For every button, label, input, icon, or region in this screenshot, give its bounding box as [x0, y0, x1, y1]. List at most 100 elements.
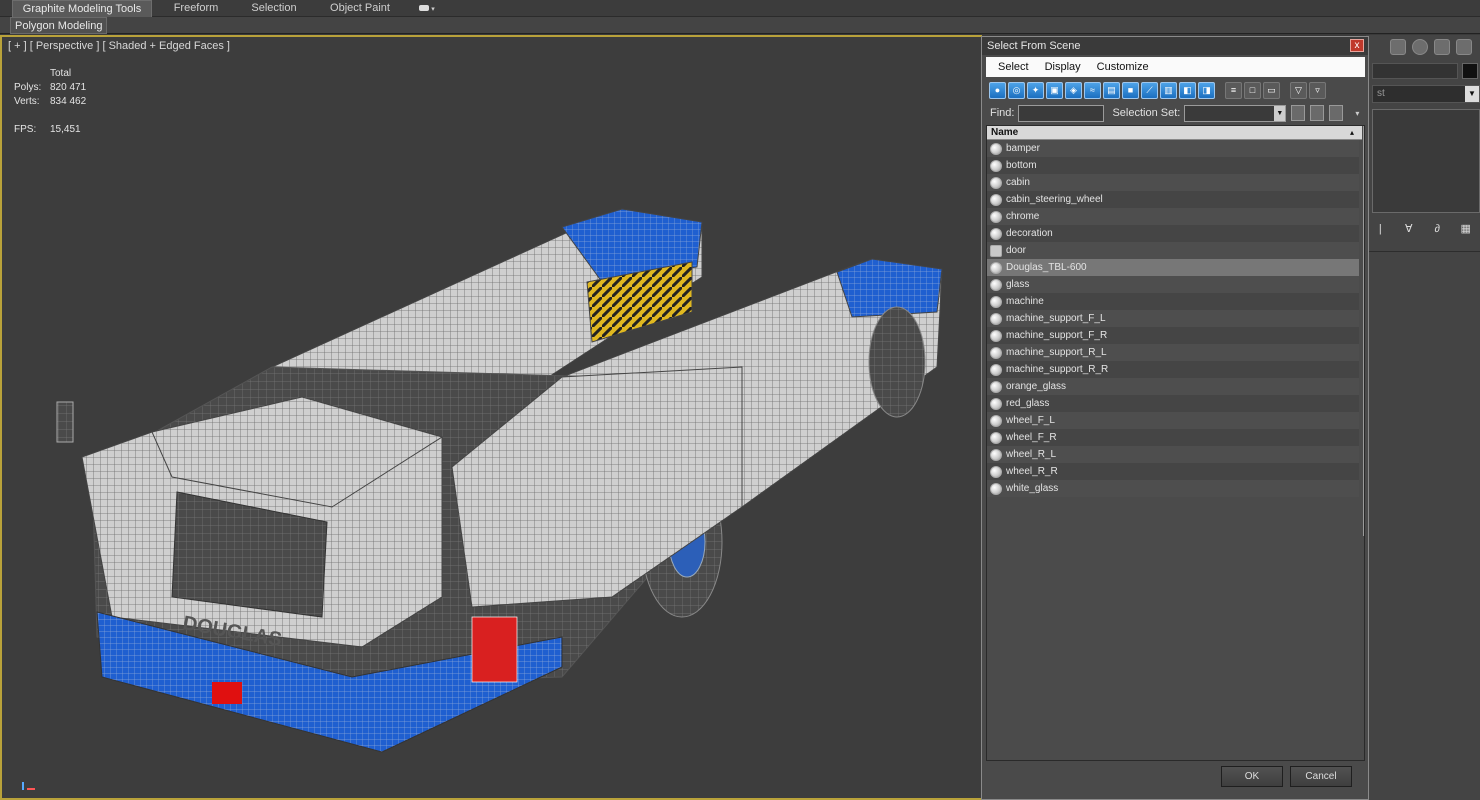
stack-tools: | ∀ ∂ ▦ — [1366, 219, 1480, 239]
list-scrollbar[interactable] — [1363, 126, 1364, 536]
red-light — [212, 682, 242, 704]
list-item[interactable]: chrome — [987, 208, 1359, 225]
motion-icon[interactable] — [1412, 39, 1428, 55]
display-space-warps-icon[interactable]: ≈ — [1084, 81, 1101, 99]
list-item[interactable]: Douglas_TBL-600 — [987, 259, 1359, 276]
find-row: Find: Selection Set: ▼ ▾ — [986, 103, 1365, 123]
list-item-label: wheel_F_L — [1006, 415, 1055, 426]
perspective-viewport[interactable]: [ + ] [ Perspective ] [ Shaded + Edged F… — [0, 35, 982, 800]
chevron-down-icon: ▾ — [429, 6, 435, 13]
list-item[interactable]: white_glass — [987, 480, 1359, 497]
chevron-down-icon: ▼ — [1274, 105, 1286, 121]
list-item[interactable]: machine_support_F_L — [987, 310, 1359, 327]
find-input[interactable] — [1018, 104, 1105, 122]
list-item[interactable]: wheel_F_L — [987, 412, 1359, 429]
tab-freeform[interactable]: Freeform — [152, 0, 240, 17]
display-cameras-icon[interactable]: ▣ — [1046, 81, 1063, 99]
command-panel: st ▼ | ∀ ∂ ▦ — [1366, 35, 1480, 800]
invert-display-icon[interactable]: ▭ — [1263, 81, 1280, 99]
geometry-sphere-icon — [990, 346, 1002, 359]
geometry-sphere-icon — [990, 176, 1002, 189]
geometry-sphere-icon — [990, 193, 1002, 206]
list-item[interactable]: machine_support_F_R — [987, 327, 1359, 344]
utilities-hammer-icon[interactable] — [1456, 39, 1472, 55]
find-label: Find: — [990, 107, 1015, 119]
list-item-label: machine — [1006, 296, 1044, 307]
geometry-sphere-icon — [990, 397, 1002, 410]
name-column-label: Name — [991, 127, 1019, 138]
show-end-result-icon[interactable]: ∀ — [1403, 223, 1415, 235]
display-groups-icon[interactable]: ▤ — [1103, 81, 1120, 99]
filter-icon[interactable]: ▽ — [1290, 81, 1307, 99]
add-to-selection-set-icon[interactable] — [1310, 105, 1325, 121]
list-item-label: wheel_R_R — [1006, 466, 1058, 477]
display-all-icon[interactable]: ≡ — [1225, 81, 1242, 99]
close-icon[interactable]: x — [1350, 39, 1364, 52]
dialog-title: Select From Scene — [987, 40, 1081, 52]
list-item[interactable]: door — [987, 242, 1359, 259]
name-column-header[interactable]: Name ▴ — [987, 126, 1362, 140]
modifier-stack[interactable] — [1372, 109, 1480, 213]
wheel-rear-right — [868, 306, 926, 418]
display-geometry-icon[interactable]: ● — [989, 81, 1006, 99]
remove-from-selection-set-icon[interactable] — [1329, 105, 1344, 121]
list-item[interactable]: machine_support_R_R — [987, 361, 1359, 378]
display-containers-icon[interactable]: ▥ — [1160, 81, 1177, 99]
display-xrefs-icon[interactable]: ■ — [1122, 81, 1139, 99]
ok-button[interactable]: OK — [1221, 766, 1283, 787]
display-icon[interactable] — [1434, 39, 1450, 55]
list-item[interactable]: wheel_R_L — [987, 446, 1359, 463]
select-from-scene-dialog: Select From Scene x Select Display Custo… — [981, 36, 1369, 800]
object-name-field[interactable] — [1372, 63, 1458, 79]
list-item[interactable]: cabin_steering_wheel — [987, 191, 1359, 208]
display-frozen-icon[interactable]: ◧ — [1179, 81, 1196, 99]
list-item[interactable]: orange_glass — [987, 378, 1359, 395]
geometry-sphere-icon — [990, 329, 1002, 342]
hierarchy-icon[interactable] — [1390, 39, 1406, 55]
display-none-icon[interactable]: □ — [1244, 81, 1261, 99]
list-item[interactable]: wheel_R_R — [987, 463, 1359, 480]
pin-stack-icon[interactable]: | — [1374, 223, 1386, 235]
tab-selection[interactable]: Selection — [240, 0, 308, 17]
configure-modifier-sets-icon[interactable]: ▦ — [1460, 223, 1472, 235]
list-item-label: cabin — [1006, 177, 1030, 188]
list-item[interactable]: wheel_F_R — [987, 429, 1359, 446]
display-lights-icon[interactable]: ✦ — [1027, 81, 1044, 99]
list-item-label: wheel_R_L — [1006, 449, 1057, 460]
menu-display[interactable]: Display — [1037, 61, 1089, 73]
geometry-sphere-icon — [990, 448, 1002, 461]
polygon-modeling-panel[interactable]: Polygon Modeling — [10, 17, 108, 34]
display-helpers-icon[interactable]: ◈ — [1065, 81, 1082, 99]
list-item[interactable]: glass — [987, 276, 1359, 293]
tab-object-paint[interactable]: Object Paint — [308, 0, 412, 17]
make-unique-icon[interactable]: ∂ — [1431, 223, 1443, 235]
axis-z-icon — [22, 782, 24, 790]
scene-object-list[interactable]: Name ▴ bamper bottom cabin cabin_steering_wh… — [986, 125, 1365, 761]
list-item[interactable]: red_glass — [987, 395, 1359, 412]
ribbon-options-dropdown[interactable]: ▾ — [412, 0, 442, 17]
list-item[interactable]: bamper — [987, 140, 1359, 157]
object-color-swatch[interactable] — [1462, 63, 1478, 79]
list-item-label: door — [1006, 245, 1027, 256]
display-shapes-icon[interactable]: ◎ — [1008, 81, 1025, 99]
display-bones-icon[interactable]: ⟋ — [1141, 81, 1158, 99]
modifier-list-dropdown[interactable]: st ▼ — [1372, 85, 1480, 103]
menu-customize[interactable]: Customize — [1089, 61, 1157, 73]
list-item[interactable]: bottom — [987, 157, 1359, 174]
geometry-sphere-icon — [990, 278, 1002, 291]
filter-options-icon[interactable]: ▿ — [1309, 81, 1326, 99]
geometry-sphere-icon — [990, 380, 1002, 393]
cancel-button[interactable]: Cancel — [1290, 766, 1352, 787]
list-item[interactable]: decoration — [987, 225, 1359, 242]
list-item[interactable]: cabin — [987, 174, 1359, 191]
selection-set-dropdown[interactable]: ▼ — [1184, 104, 1287, 122]
tab-graphite-modeling-tools[interactable]: Graphite Modeling Tools — [12, 0, 152, 17]
display-hidden-icon[interactable]: ◨ — [1198, 81, 1215, 99]
list-item[interactable]: machine_support_R_L — [987, 344, 1359, 361]
create-selection-set-icon[interactable] — [1291, 105, 1306, 121]
dialog-title-bar[interactable]: Select From Scene x — [982, 37, 1368, 55]
vehicle-wireframe-model[interactable]: DOUGLAS — [2, 37, 982, 800]
list-item[interactable]: machine — [987, 293, 1359, 310]
options-chevron-icon[interactable]: ▾ — [1355, 109, 1359, 118]
menu-select[interactable]: Select — [990, 61, 1037, 73]
